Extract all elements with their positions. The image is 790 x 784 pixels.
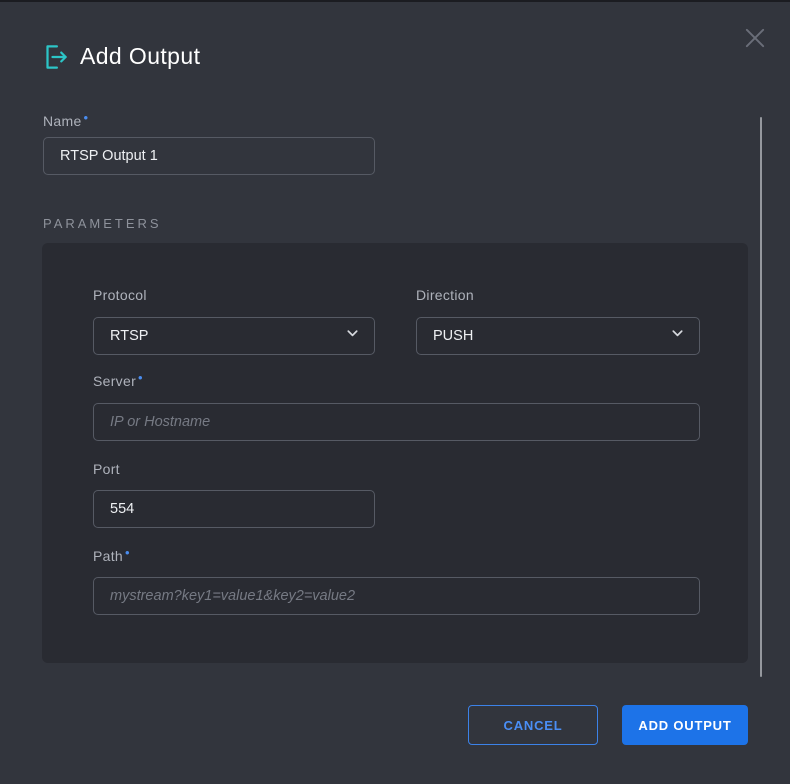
path-label-text: Path (93, 548, 123, 564)
port-label: Port (93, 461, 120, 477)
dialog-title: Add Output (80, 43, 200, 70)
close-icon (741, 24, 769, 55)
chevron-down-icon (345, 326, 360, 346)
output-icon (40, 42, 70, 72)
server-input[interactable] (93, 403, 700, 441)
protocol-selected-value: RTSP (110, 328, 148, 344)
parameters-panel: Protocol RTSP Direction PUSH Server• (42, 243, 748, 663)
server-label: Server• (93, 373, 143, 389)
direction-select[interactable]: PUSH (416, 317, 700, 355)
required-marker: • (138, 373, 143, 383)
direction-label: Direction (416, 287, 474, 303)
port-label-text: Port (93, 461, 120, 477)
required-marker: • (84, 113, 89, 123)
direction-selected-value: PUSH (433, 328, 473, 344)
close-button[interactable] (738, 22, 772, 56)
protocol-label: Protocol (93, 287, 147, 303)
protocol-label-text: Protocol (93, 287, 147, 303)
parameters-heading: PARAMETERS (43, 216, 162, 231)
cancel-button[interactable]: CANCEL (468, 705, 598, 745)
protocol-select[interactable]: RTSP (93, 317, 375, 355)
add-output-button[interactable]: ADD OUTPUT (622, 705, 748, 745)
chevron-down-icon (670, 326, 685, 346)
direction-label-text: Direction (416, 287, 474, 303)
server-label-text: Server (93, 373, 136, 389)
port-input[interactable] (93, 490, 375, 528)
required-marker: • (125, 548, 130, 558)
path-label: Path• (93, 548, 130, 564)
name-input[interactable] (43, 137, 375, 175)
path-input[interactable] (93, 577, 700, 615)
name-label: Name• (43, 113, 88, 129)
name-label-text: Name (43, 113, 82, 129)
dialog-top-edge (0, 0, 790, 2)
scrollbar[interactable] (760, 117, 762, 677)
